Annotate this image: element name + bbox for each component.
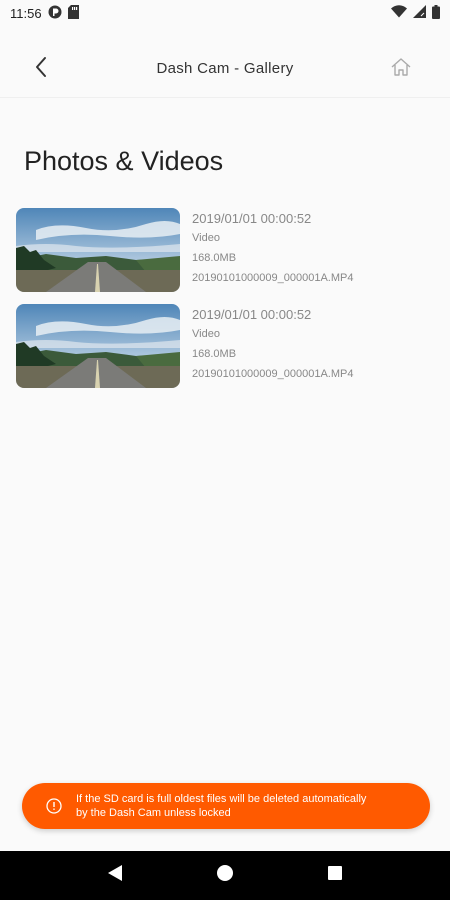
media-size: 168.0MB <box>192 252 237 264</box>
nav-recents-button[interactable] <box>320 861 350 891</box>
home-icon <box>390 57 412 82</box>
battery-icon <box>432 4 440 22</box>
back-button[interactable] <box>26 54 56 84</box>
media-type: Video <box>192 328 220 340</box>
system-nav-bar <box>0 851 450 900</box>
recents-square-icon <box>327 865 343 886</box>
sd-card-icon <box>67 4 79 22</box>
home-circle-icon <box>216 864 234 887</box>
media-item[interactable]: 2019/01/01 00:00:52 Video 168.0MB 201901… <box>16 304 436 388</box>
media-item[interactable]: 2019/01/01 00:00:52 Video 168.0MB 201901… <box>16 208 436 292</box>
media-list: 2019/01/01 00:00:52 Video 168.0MB 201901… <box>16 208 436 400</box>
status-bar: 11:56 <box>0 0 450 26</box>
video-thumbnail[interactable] <box>16 304 180 388</box>
status-time: 11:56 <box>10 5 42 21</box>
app-bar: Dash Cam - Gallery <box>0 40 450 98</box>
status-right <box>391 4 440 22</box>
media-size: 168.0MB <box>192 348 237 360</box>
media-meta: 2019/01/01 00:00:52 Video 168.0MB 201901… <box>192 304 353 388</box>
media-meta: 2019/01/01 00:00:52 Video 168.0MB 201901… <box>192 208 353 292</box>
nav-home-button[interactable] <box>210 861 240 891</box>
screen: 11:56 Dash Cam - Gallery Photos & Videos… <box>0 0 450 900</box>
info-icon <box>46 798 62 814</box>
page-title: Dash Cam - Gallery <box>156 60 294 77</box>
video-thumbnail[interactable] <box>16 208 180 292</box>
nav-back-button[interactable] <box>100 861 130 891</box>
home-button[interactable] <box>386 54 416 84</box>
media-type: Video <box>192 232 220 244</box>
media-date: 2019/01/01 00:00:52 <box>192 307 312 322</box>
media-filename: 20190101000009_000001A.MP4 <box>192 272 354 284</box>
toast-message: If the SD card is full oldest files will… <box>76 793 367 819</box>
section-heading: Photos & Videos <box>24 146 224 176</box>
media-date: 2019/01/01 00:00:52 <box>192 211 312 226</box>
media-filename: 20190101000009_000001A.MP4 <box>192 368 354 380</box>
status-left: 11:56 <box>10 4 79 22</box>
sd-card-warning-toast[interactable]: If the SD card is full oldest files will… <box>22 783 430 829</box>
pocket-casts-icon <box>48 5 62 22</box>
wifi-icon <box>391 5 407 21</box>
back-triangle-icon <box>107 864 123 887</box>
signal-icon <box>413 5 426 21</box>
chevron-left-icon <box>34 56 48 83</box>
